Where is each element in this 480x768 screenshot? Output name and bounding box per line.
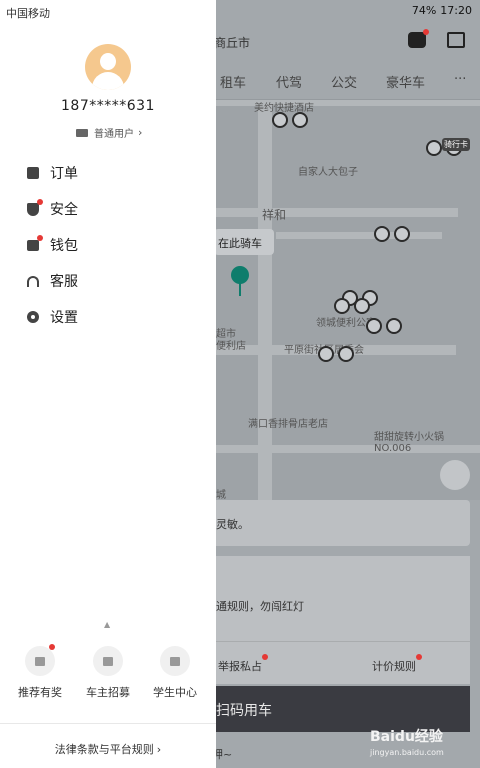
chevron-right-icon: › bbox=[138, 126, 143, 139]
gear-icon bbox=[26, 311, 39, 324]
map-label: 便利店 bbox=[216, 341, 246, 352]
quick-link-driver-recruit[interactable]: 车主招募 bbox=[78, 646, 138, 700]
legal-terms-label: 法律条款与平台规则 bbox=[54, 743, 154, 756]
carrier-label: 中国移动 bbox=[6, 7, 50, 20]
avatar-body bbox=[92, 72, 124, 90]
legal-terms-link[interactable]: 法律条款与平台规则 › bbox=[0, 741, 216, 757]
quick-link-referral[interactable]: 推荐有奖 bbox=[10, 644, 70, 700]
menu-item-label: 钱包 bbox=[50, 238, 78, 254]
order-icon bbox=[26, 167, 39, 180]
bike-marker bbox=[318, 340, 354, 362]
watermark: Baidu经验 bbox=[370, 729, 443, 745]
menu-item-security[interactable]: 安全 bbox=[0, 191, 216, 227]
user-type-label: 普通用户 bbox=[94, 129, 134, 140]
avatar[interactable] bbox=[85, 44, 131, 90]
tab-bus: 公交 bbox=[331, 76, 358, 91]
pricing-label: 计价规则 bbox=[372, 660, 416, 673]
locate-icon bbox=[440, 460, 470, 490]
tab-luxury: 豪华车 bbox=[386, 76, 426, 91]
user-type-link[interactable]: 普通用户 › bbox=[76, 125, 142, 140]
bike-marker bbox=[366, 312, 402, 334]
chevron-right-icon: › bbox=[156, 743, 162, 756]
road bbox=[276, 232, 442, 239]
scan-icon bbox=[447, 32, 465, 48]
tab-rental: 租车 bbox=[220, 76, 247, 91]
status-icons: 74% 17:20 bbox=[412, 4, 472, 17]
menu-item-wallet[interactable]: 钱包 bbox=[0, 227, 216, 263]
road bbox=[210, 208, 458, 217]
bike-marker bbox=[334, 292, 370, 314]
phone-number: 187*****631 bbox=[61, 98, 155, 114]
notification-dot bbox=[49, 644, 55, 650]
menu-item-label: 设置 bbox=[50, 310, 78, 326]
menu-item-label: 客服 bbox=[50, 274, 78, 290]
bike-marker bbox=[374, 220, 410, 242]
map-label: 城 bbox=[216, 490, 226, 501]
tab-more: ··· bbox=[454, 72, 467, 87]
expand-up-icon[interactable]: ▲ bbox=[104, 620, 110, 629]
divider bbox=[0, 723, 216, 724]
quick-link-student-center[interactable]: 学生中心 bbox=[145, 646, 205, 700]
shield-icon bbox=[26, 198, 43, 216]
drawer-menu: 订单 安全 钱包 客服 设置 bbox=[0, 155, 216, 335]
graduation-cap-icon bbox=[160, 646, 190, 676]
gift-icon bbox=[25, 644, 55, 676]
rules-text: 通规则，勿闯红灯 bbox=[216, 600, 304, 613]
menu-item-customer-service[interactable]: 客服 bbox=[0, 263, 216, 299]
report-dot bbox=[262, 654, 268, 660]
map-label: 祥和 bbox=[262, 208, 287, 222]
quick-link-label: 推荐有奖 bbox=[18, 686, 62, 699]
pricing-dot bbox=[416, 654, 422, 660]
quick-link-label: 学生中心 bbox=[153, 686, 197, 699]
quick-link-label: 车主招募 bbox=[86, 686, 130, 699]
road bbox=[210, 100, 480, 106]
location-pin-stick bbox=[239, 282, 241, 296]
notification-dot bbox=[37, 198, 43, 205]
map-label: 甜甜旋转小火锅NO.006 bbox=[374, 432, 444, 454]
road bbox=[258, 100, 272, 500]
headset-icon bbox=[26, 275, 39, 288]
wallet-icon bbox=[26, 234, 43, 252]
report-label: 举报私占 bbox=[218, 660, 262, 673]
message-badge-dot bbox=[423, 29, 429, 35]
tab-designated-driver: 代驾 bbox=[276, 76, 303, 91]
menu-item-settings[interactable]: 设置 bbox=[0, 299, 216, 335]
menu-item-orders[interactable]: 订单 bbox=[0, 155, 216, 191]
ride-here-callout: 在此骑车 bbox=[214, 229, 274, 255]
side-drawer: 中国移动 187*****631 普通用户 › 订单 安全 钱包 客服 设置 ▲… bbox=[0, 0, 216, 768]
menu-item-label: 订单 bbox=[50, 166, 78, 182]
menu-item-label: 安全 bbox=[50, 202, 78, 218]
battery-label: 74% bbox=[411, 4, 437, 17]
avatar-head bbox=[100, 53, 116, 70]
bike-marker bbox=[272, 106, 308, 128]
quick-links: 推荐有奖 车主招募 学生中心 bbox=[0, 644, 216, 706]
watermark-sub: jingyan.baidu.com bbox=[370, 748, 444, 757]
notice-card: 灵敏。 bbox=[208, 500, 470, 546]
city-selector: 商丘市 bbox=[214, 36, 251, 50]
bike-card-badge: 骑行卡 bbox=[442, 138, 470, 151]
rules-card: 通规则，勿闯红灯 举报私占 计价规则 bbox=[208, 556, 470, 684]
map-label: 满口香排骨店老店 bbox=[248, 419, 328, 430]
map-label: 自家人大包子 bbox=[298, 167, 358, 178]
notification-dot bbox=[37, 234, 43, 241]
divider bbox=[208, 641, 470, 642]
member-badge-icon bbox=[76, 128, 88, 137]
time-label: 17:20 bbox=[440, 4, 472, 17]
driver-icon bbox=[93, 646, 123, 676]
